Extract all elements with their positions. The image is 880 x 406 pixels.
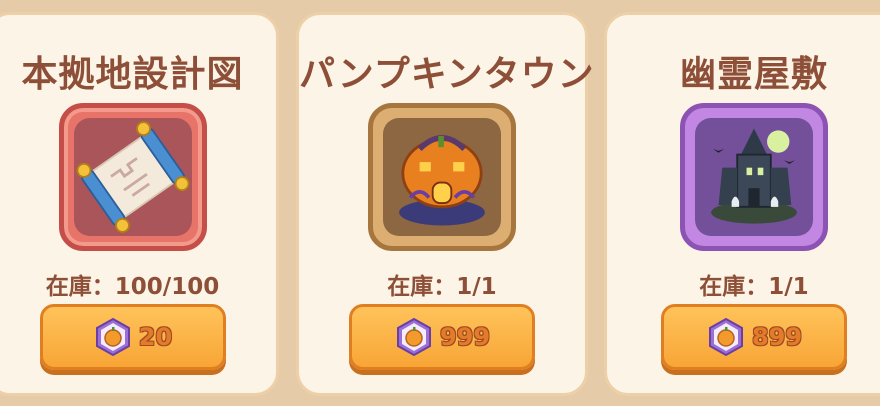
- item-image-frame[interactable]: [368, 103, 516, 251]
- item-title: 幽霊屋敷: [679, 54, 828, 95]
- stock-label: 在庫：1/1: [387, 274, 497, 300]
- price-label: 999: [439, 323, 491, 351]
- buy-button[interactable]: 899: [661, 304, 847, 370]
- pumpkin-house-icon: [399, 135, 485, 226]
- shop-item-card: パンプキンタウン 在庫：1/1 999: [296, 12, 595, 396]
- item-image-frame[interactable]: [680, 103, 828, 251]
- shop-item-card: 幽霊屋敷 在庫：1/1 899: [604, 12, 880, 396]
- price-label: 20: [138, 323, 173, 351]
- item-title: パンプキンタウン: [299, 54, 595, 95]
- blueprint-scroll-icon: [75, 121, 190, 233]
- pumpkin-coin-icon: [95, 317, 130, 357]
- stock-label: 在庫：1/1: [699, 274, 809, 300]
- stock-label: 在庫：100/100: [45, 274, 220, 300]
- haunted-mansion-icon: [711, 128, 797, 224]
- buy-button[interactable]: 20: [39, 304, 226, 370]
- price-label: 899: [751, 323, 803, 351]
- shop-item-card: 本拠地設計図 在庫：100/100 20: [0, 12, 279, 396]
- item-image-frame[interactable]: [58, 103, 207, 251]
- pumpkin-coin-icon: [396, 317, 431, 357]
- pumpkin-coin-icon: [708, 317, 743, 357]
- item-title: 本拠地設計図: [21, 54, 244, 95]
- buy-button[interactable]: 999: [349, 304, 535, 370]
